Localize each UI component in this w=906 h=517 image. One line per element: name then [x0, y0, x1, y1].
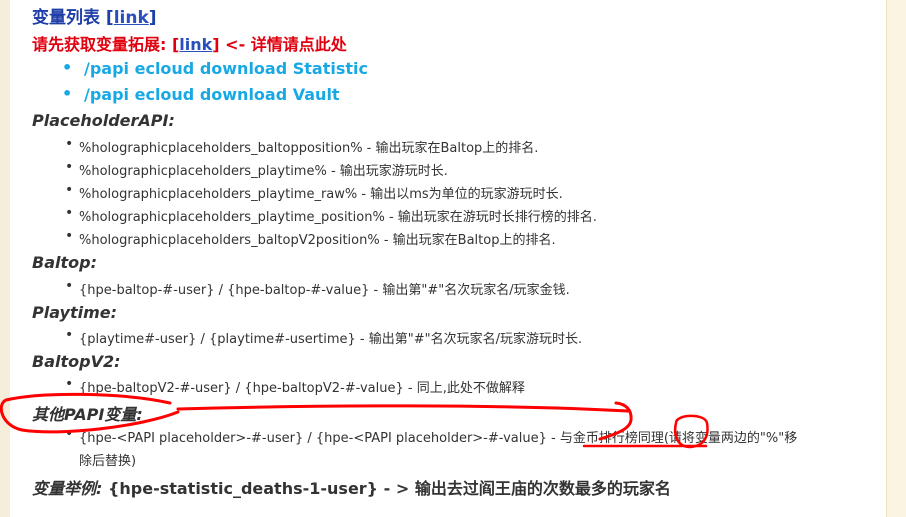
list-item: {hpe-<PAPI placeholder>-#-user} / {hpe-<…: [65, 426, 797, 446]
example-label: 变量举例:: [32, 479, 103, 498]
heading-link[interactable]: link: [114, 8, 149, 28]
list-item: %holographicplaceholders_playtime_raw% -…: [65, 182, 563, 202]
example-text: {hpe-statistic_deaths-1-user} - > 输出去过阎王…: [102, 479, 671, 498]
variable-list-heading: 变量列表 [link]: [32, 3, 157, 28]
section-title-placeholderapi: PlaceholderAPI:: [32, 111, 175, 130]
notice-prefix: 请先获取变量拓展: [: [32, 35, 180, 54]
notice-link[interactable]: link: [179, 35, 212, 54]
page-margin-left: [0, 0, 10, 517]
list-item: %holographicplaceholders_baltopV2positio…: [65, 228, 556, 248]
list-item: {playtime#-user} / {playtime#-usertime} …: [65, 327, 582, 347]
list-item: %holographicplaceholders_playtime_positi…: [65, 205, 597, 225]
prerequisite-notice: 请先获取变量拓展: [link] <- 详情请点此处: [32, 31, 347, 55]
list-item: %holographicplaceholders_playtime% - 输出玩…: [65, 159, 448, 179]
section-title-baltop: Baltop:: [32, 253, 97, 272]
notice-suffix: ] <- 详情请点此处: [212, 35, 347, 54]
list-item: %holographicplaceholders_baltopposition%…: [65, 136, 538, 156]
section-title-baltopv2: BaltopV2:: [32, 352, 121, 371]
command-item: /papi ecloud download Statistic: [62, 58, 368, 78]
command-text: /papi ecloud download Vault: [84, 85, 340, 104]
heading-link-bracket-open: [: [105, 8, 114, 28]
section-title-playtime: Playtime:: [32, 303, 117, 322]
heading-title: 变量列表: [32, 8, 100, 28]
page-margin-right: [886, 0, 906, 517]
command-item: /papi ecloud download Vault: [62, 84, 340, 104]
list-item: {hpe-baltop-#-user} / {hpe-baltop-#-valu…: [65, 278, 570, 298]
variable-example: 变量举例: {hpe-statistic_deaths-1-user} - > …: [32, 475, 671, 499]
list-item: {hpe-baltopV2-#-user} / {hpe-baltopV2-#-…: [65, 376, 525, 396]
section-title-other-papi: 其他PAPI变量:: [32, 405, 143, 424]
list-item-continuation: 除后替换): [79, 454, 137, 469]
command-text: /papi ecloud download Statistic: [84, 59, 368, 78]
wiki-content: 变量列表 [link] 请先获取变量拓展: [link] <- 详情请点此处 /…: [10, 0, 886, 517]
heading-link-bracket-close: ]: [148, 8, 157, 28]
